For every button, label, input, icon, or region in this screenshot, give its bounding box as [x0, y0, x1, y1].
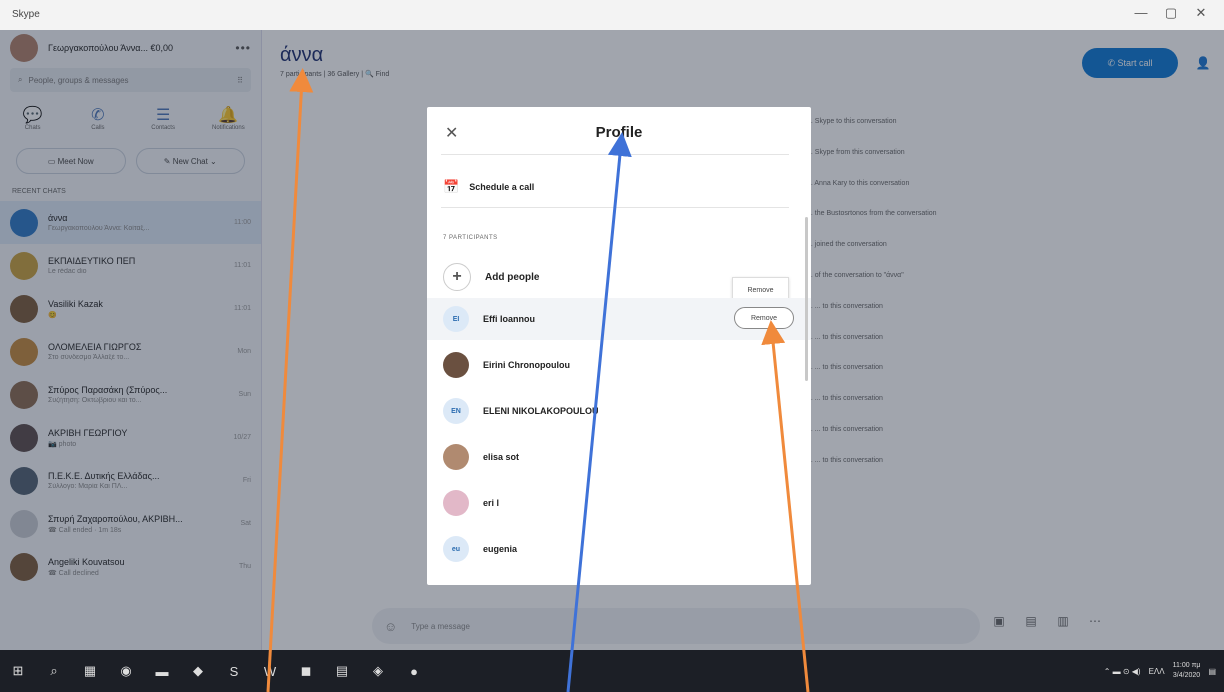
participant-row[interactable]: eri l [427, 482, 811, 524]
avatar [443, 490, 469, 516]
participant-name: elisa sot [483, 452, 520, 462]
title-bar: Skype — ▢ ✕ [0, 0, 1224, 30]
schedule-call-label: Schedule a call [469, 182, 535, 192]
divider [441, 207, 789, 208]
participant-row[interactable]: EI Effi Ioannou Remove [427, 298, 811, 340]
participant-name: ELENI NIKOLAKOPOULOU [483, 406, 599, 416]
task-view-icon[interactable]: ▦ [72, 650, 108, 692]
add-people-button[interactable]: + Add people [443, 263, 539, 291]
word-icon[interactable]: W [252, 650, 288, 692]
participant-name: Eirini Chronopoulou [483, 360, 570, 370]
participant-row[interactable]: Eirini Chronopoulou [427, 344, 811, 386]
minimize-button[interactable]: — [1126, 5, 1156, 21]
clock-date: 3/4/2020 [1172, 672, 1201, 679]
maximize-button[interactable]: ▢ [1156, 5, 1186, 21]
avatar [443, 352, 469, 378]
avatar: EN [443, 398, 469, 424]
clock-time: 11:00 πμ [1172, 662, 1201, 669]
paint-icon[interactable]: ◈ [360, 650, 396, 692]
participant-name: Effi Ioannou [483, 314, 535, 324]
skype-icon[interactable]: S [216, 650, 252, 692]
remove-button[interactable]: Remove [734, 307, 794, 329]
calendar-icon: 📅 [443, 179, 460, 194]
add-people-label: Add people [485, 271, 540, 283]
chrome-icon[interactable]: ◆ [180, 650, 216, 692]
clock[interactable]: 11:00 πμ 3/4/2020 [1173, 661, 1201, 681]
app-icon[interactable]: ● [396, 650, 432, 692]
participant-name: eri l [483, 498, 500, 508]
window-title: Skype [12, 9, 40, 20]
participant-row[interactable]: EN ELENI NIKOLAKOPOULOU [427, 390, 811, 432]
schedule-call-button[interactable]: 📅 Schedule a call [443, 179, 534, 195]
avatar [443, 444, 469, 470]
dialog-title: Profile [595, 124, 643, 141]
divider [441, 154, 789, 155]
participants-header: 7 PARTICIPANTS [443, 235, 498, 241]
avatar: eu [443, 536, 469, 562]
participant-row[interactable]: eu eugenia [427, 528, 811, 570]
app-icon[interactable]: ▤ [324, 650, 360, 692]
window-controls: — ▢ ✕ [1126, 5, 1216, 21]
tray-icons[interactable]: ⌃ ▬ ⊙ ◀) [1104, 667, 1141, 676]
pdf-icon[interactable]: ◼ [288, 650, 324, 692]
participant-name: eugenia [483, 544, 518, 554]
participant-row[interactable]: elisa sot [427, 436, 811, 478]
taskbar-apps: ⊞ ⌕ ▦ ◉ ▬ ◆ S W ◼ ▤ ◈ ● [0, 650, 432, 692]
avatar: EI [443, 306, 469, 332]
close-window-button[interactable]: ✕ [1186, 5, 1216, 21]
skype-window: Skype — ▢ ✕ Γεωργακοπούλου Άννα... €0,00… [0, 0, 1224, 692]
notification-center-icon[interactable]: ▤ [1208, 667, 1216, 676]
browser-icon[interactable]: ◉ [108, 650, 144, 692]
windows-taskbar: ⊞ ⌕ ▦ ◉ ▬ ◆ S W ◼ ▤ ◈ ● ⌃ ▬ ⊙ ◀) ΕΛΛ 11:00 πμ 3/4/2… [0, 650, 1224, 692]
file-explorer-icon[interactable]: ▬ [144, 650, 180, 692]
scrollbar[interactable] [805, 217, 808, 381]
keyboard-language[interactable]: ΕΛΛ [1149, 667, 1165, 676]
system-tray: ⌃ ▬ ⊙ ◀) ΕΛΛ 11:00 πμ 3/4/2020 ▤ [1104, 650, 1216, 692]
plus-icon: + [443, 263, 471, 291]
profile-dialog: ✕ Profile 📅 Schedule a call 7 PARTICIPAN… [427, 107, 811, 585]
start-icon[interactable]: ⊞ [0, 650, 36, 692]
search-icon[interactable]: ⌕ [36, 650, 72, 692]
